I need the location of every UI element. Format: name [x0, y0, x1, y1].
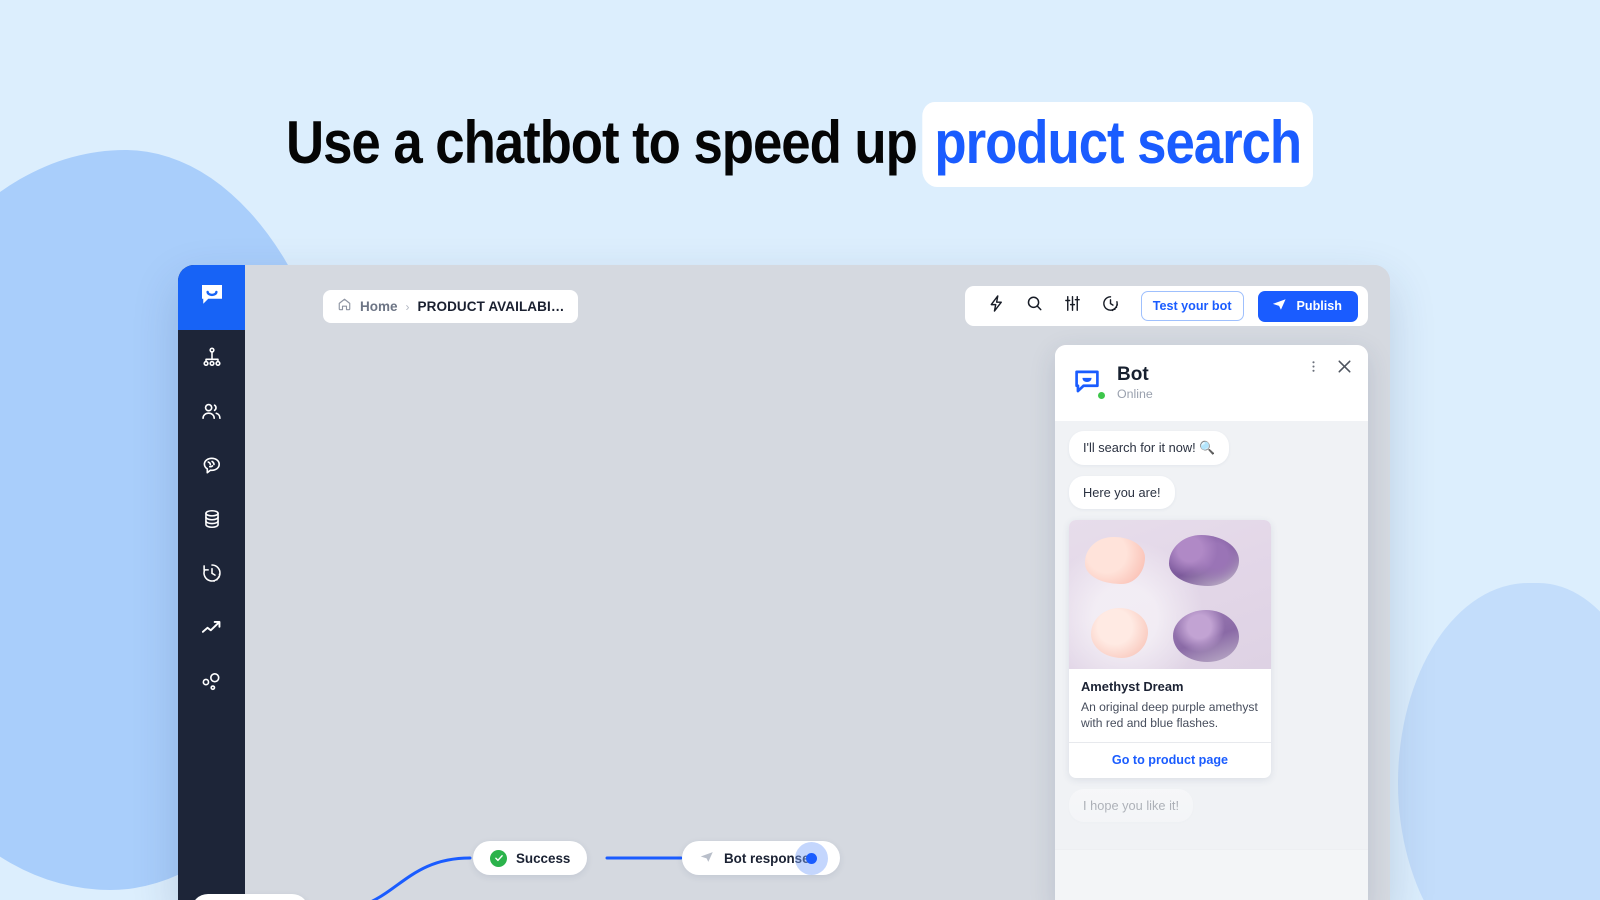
rose-quartz-stone: [1091, 608, 1148, 658]
chat-message-bubble: I'll search for it now! 🔍: [1069, 431, 1230, 465]
connection-handle[interactable]: [795, 842, 828, 875]
chat-input-area[interactable]: [1055, 849, 1368, 900]
bot-identity: Bot Online: [1117, 365, 1153, 401]
more-vertical-icon[interactable]: [1306, 359, 1321, 379]
chat-message-row: Here you are!: [1069, 476, 1354, 520]
chat-message-row: I hope you like it!: [1069, 789, 1354, 833]
sidebar-item-data[interactable]: [178, 492, 245, 546]
bot-name: Bot: [1117, 364, 1149, 386]
trending-up-icon: [200, 616, 223, 639]
flow-node-success[interactable]: Success: [473, 841, 588, 875]
online-status-dot: [1097, 391, 1106, 400]
sidebar-logo[interactable]: [178, 265, 245, 330]
sidebar: [178, 265, 245, 900]
app-window: Home › PRODUCT AVAILABI… Test your bot P…: [178, 265, 1390, 900]
chat-message-row: I'll search for it now! 🔍: [1069, 431, 1354, 476]
connection-handle-dot: [806, 853, 817, 864]
product-title: Amethyst Dream: [1081, 679, 1184, 694]
main-area: Home › PRODUCT AVAILABI… Test your bot P…: [191, 265, 1390, 900]
send-icon: [699, 849, 715, 868]
rose-quartz-stone: [1085, 537, 1145, 584]
bot-status: Online: [1117, 386, 1153, 401]
nodes-icon: [200, 670, 223, 693]
flow-hierarchy-icon: [201, 346, 223, 368]
clock-history-icon: [201, 562, 223, 584]
avatar: [1071, 366, 1106, 400]
amethyst-cluster: [1173, 610, 1239, 662]
sidebar-item-ai-knowledge[interactable]: [178, 438, 245, 492]
database-icon: [201, 508, 223, 530]
users-icon: [200, 400, 223, 423]
page-headline: Use a chatbot to speed up product search: [0, 102, 1600, 187]
sidebar-item-users[interactable]: [178, 384, 245, 438]
amethyst-cluster: [1169, 535, 1239, 586]
chat-header-actions: [1306, 357, 1354, 381]
chat-message-list: I'll search for it now! 🔍 Here you are! …: [1055, 421, 1368, 833]
sidebar-item-flows[interactable]: [178, 330, 245, 384]
product-card-body: Amethyst Dream An original deep purple a…: [1069, 669, 1271, 742]
sidebar-item-analytics[interactable]: [178, 600, 245, 654]
background-blob-right: [1398, 583, 1600, 900]
product-card[interactable]: Amethyst Dream An original deep purple a…: [1069, 520, 1271, 779]
chat-bubble-logo-icon: [197, 280, 227, 315]
headline-highlight-text: product search: [922, 102, 1314, 187]
product-image: [1069, 520, 1271, 669]
headline-plain-text: Use a chatbot to speed up: [286, 109, 918, 176]
product-description: An original deep purple amethyst with re…: [1081, 700, 1258, 731]
chat-message-bubble: I hope you like it!: [1069, 789, 1194, 823]
chat-message-bubble: Here you are!: [1069, 476, 1175, 509]
sidebar-item-history[interactable]: [178, 546, 245, 600]
close-icon[interactable]: [1335, 357, 1354, 381]
flow-node-label: Success: [516, 850, 571, 866]
sidebar-item-integrations[interactable]: [178, 654, 245, 708]
check-circle-icon: [490, 849, 507, 867]
link-success: [371, 856, 472, 900]
go-to-product-page-link[interactable]: Go to product page: [1069, 742, 1271, 778]
chat-widget: Bot Online I'll search for it now! 🔍 Her…: [1055, 345, 1368, 900]
flow-node-show-products[interactable]: w products: [191, 894, 310, 900]
brain-bubble-icon: [200, 454, 223, 477]
chat-widget-header: Bot Online: [1055, 345, 1368, 421]
